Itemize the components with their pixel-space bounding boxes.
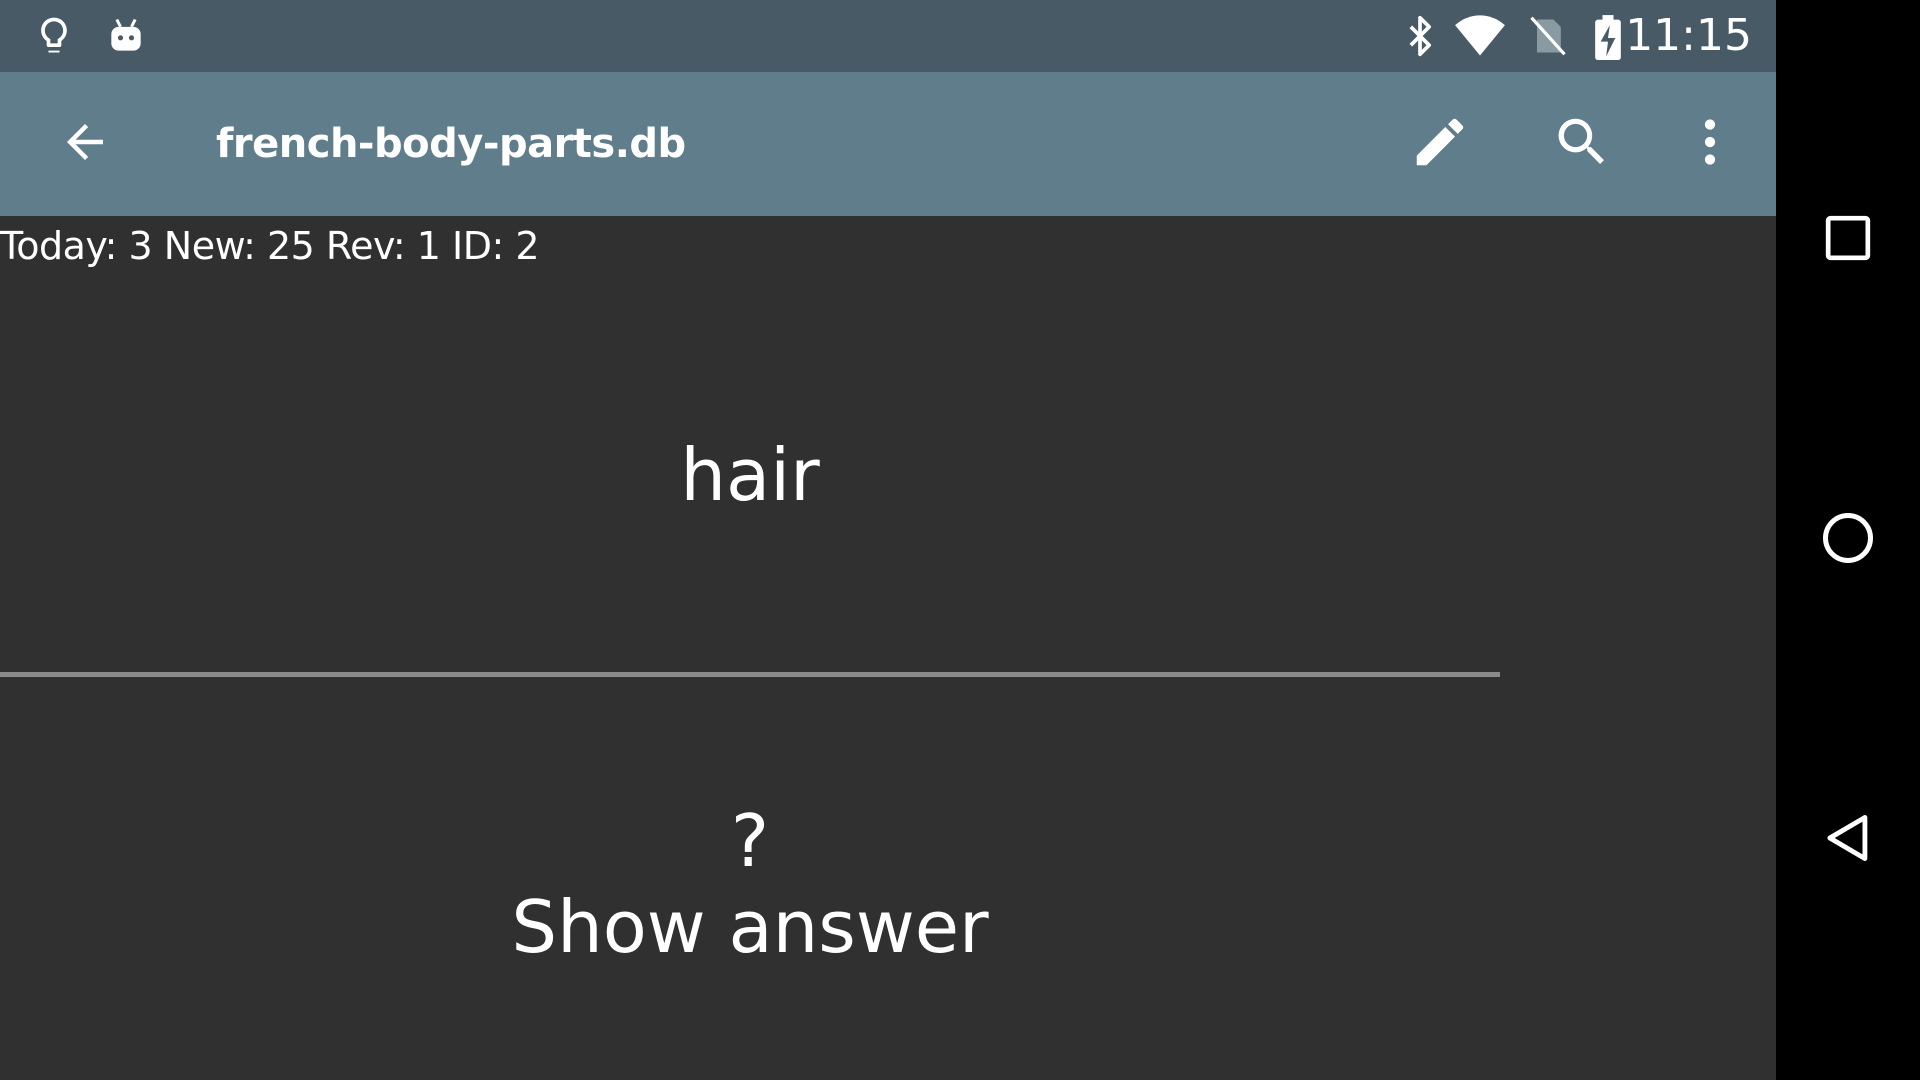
system-nav-bar	[1776, 0, 1920, 1080]
study-stats: Today: 3 New: 25 Rev: 1 ID: 2	[0, 224, 540, 268]
back-button[interactable]	[40, 108, 130, 180]
show-answer-label: Show answer	[511, 885, 989, 969]
device-screen: 11:15 french-body-parts.db Today: 3 New:…	[0, 0, 1920, 1080]
recents-icon	[1820, 210, 1876, 271]
home-button[interactable]	[1812, 504, 1884, 576]
battery-charging-icon	[1586, 14, 1630, 61]
card-divider	[0, 672, 1500, 677]
app-title: french-body-parts.db	[216, 121, 686, 167]
arrow-back-icon	[58, 115, 112, 174]
home-icon	[1818, 508, 1878, 573]
back-nav-button[interactable]	[1812, 804, 1884, 876]
lightbulb-icon	[32, 14, 76, 58]
search-icon	[1551, 111, 1613, 178]
recents-button[interactable]	[1812, 204, 1884, 276]
status-time: 11:15	[1625, 10, 1752, 61]
show-answer-button[interactable]: ? Show answer	[0, 800, 1500, 972]
back-nav-icon	[1819, 809, 1877, 872]
answer-placeholder: ?	[730, 799, 770, 883]
android-robot-icon	[104, 14, 148, 58]
edit-icon	[1409, 111, 1471, 178]
app-bar: french-body-parts.db	[0, 72, 1776, 216]
bluetooth-icon	[1398, 14, 1442, 58]
search-button[interactable]	[1546, 108, 1618, 180]
no-sim-icon	[1526, 14, 1570, 58]
edit-button[interactable]	[1404, 108, 1476, 180]
status-bar: 11:15	[0, 0, 1776, 72]
overflow-menu-button[interactable]	[1674, 108, 1746, 180]
card-question: hair	[680, 433, 820, 517]
wifi-icon	[1454, 14, 1505, 58]
more-vert-icon	[1682, 114, 1738, 175]
app-screen: 11:15 french-body-parts.db Today: 3 New:…	[0, 0, 1776, 1080]
